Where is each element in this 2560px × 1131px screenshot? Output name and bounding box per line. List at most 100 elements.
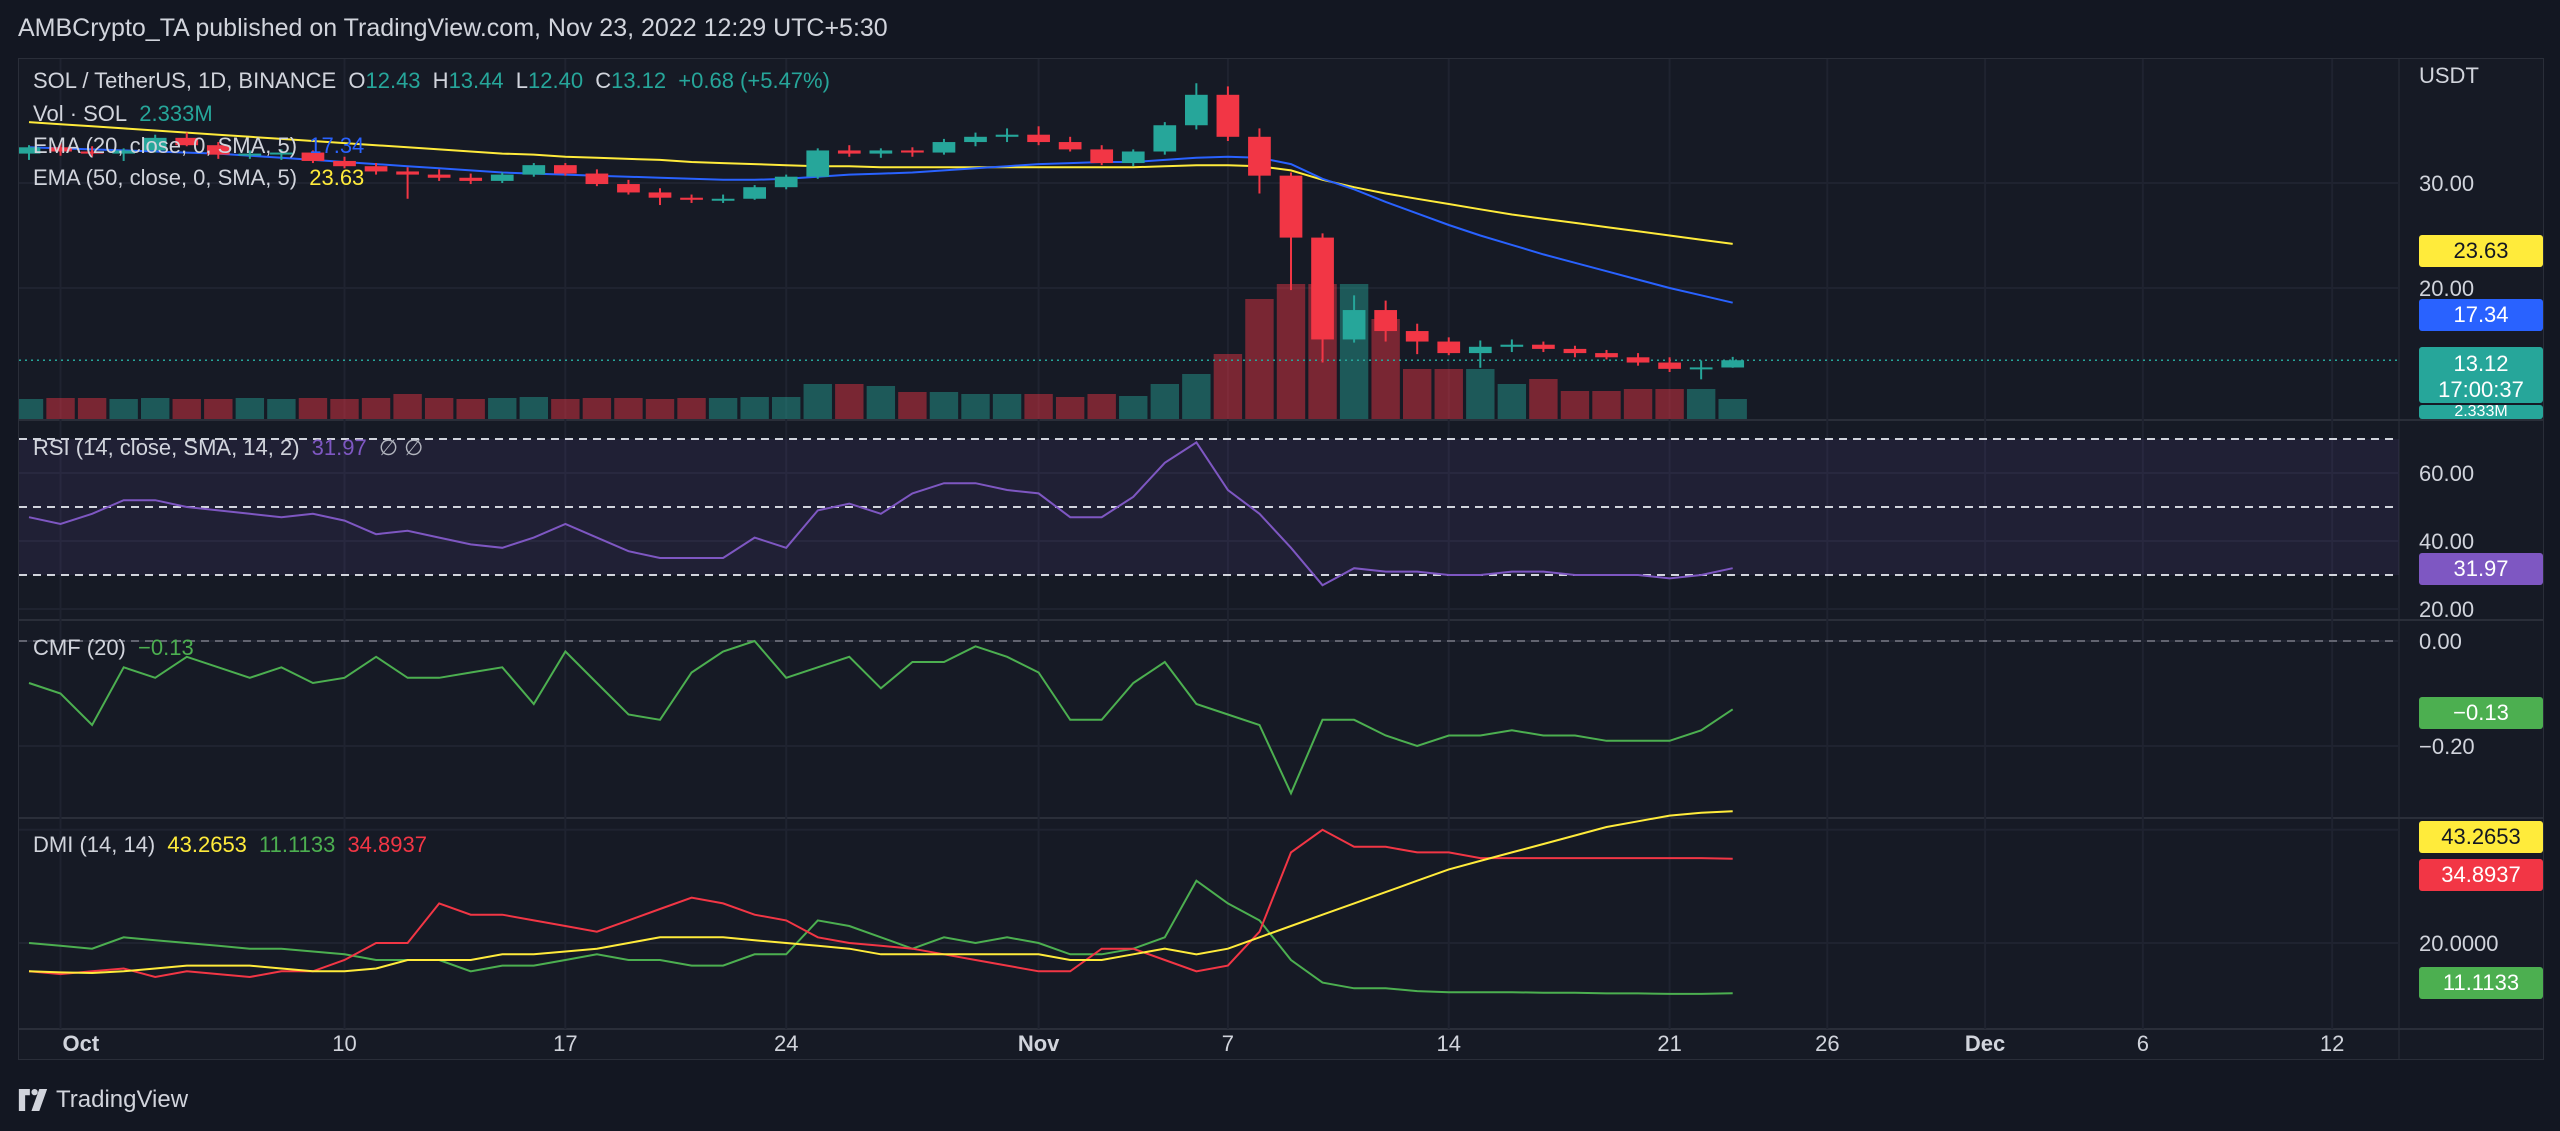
candle-body (1153, 125, 1177, 152)
candle-body (995, 134, 1019, 137)
price-tick-label: 20.00 (2419, 276, 2474, 301)
volume-bar (456, 399, 485, 419)
candle-body (1090, 149, 1114, 164)
volume-bar (204, 399, 233, 419)
plus-di-tag: 11.1133 (2419, 967, 2543, 999)
candle-body (522, 165, 546, 175)
symbol-label[interactable]: SOL / TetherUS, 1D, BINANCE (33, 68, 336, 93)
ema50-legend[interactable]: EMA (50, close, 0, SMA, 5) 23.63 (33, 165, 370, 191)
rsi-legend[interactable]: RSI (14, close, SMA, 14, 2) 31.97 ∅ ∅ (33, 435, 429, 461)
cmf-legend[interactable]: CMF (20) −0.13 (33, 635, 200, 661)
volume-bar (267, 399, 296, 419)
x-tick-label: 24 (774, 1031, 798, 1056)
candle-body (1374, 310, 1398, 332)
cmf-label: CMF (20) (33, 635, 126, 660)
volume-bar (141, 398, 170, 419)
candle-body (1658, 362, 1681, 369)
volume-bar (551, 399, 580, 419)
last-price-tag: 13.12 17:00:37 (2419, 347, 2543, 403)
candle-body (1563, 348, 1587, 354)
x-tick-label: Nov (1018, 1031, 1060, 1056)
cmf-tag: −0.13 (2419, 697, 2543, 729)
candle-body (869, 150, 893, 154)
close-label: C (595, 68, 612, 93)
x-tick-label: Dec (1965, 1031, 2005, 1056)
candle-body (459, 177, 483, 181)
open-label: O (348, 68, 366, 93)
candle-body (964, 136, 987, 143)
chart-canvas[interactable]: Oct 10 17 24 Nov 7 14 21 26 Dec 6 12 USDT 30.00 20.00 6… (19, 59, 2543, 1059)
volume-bar (803, 384, 832, 419)
candle-body (774, 176, 798, 188)
chart-container[interactable]: Oct 10 17 24 Nov 7 14 21 26 Dec 6 12 USDT 30.00 20.00 6… (18, 58, 2544, 1060)
low-value: 12.40 (528, 68, 584, 93)
ema50-price-tag: 23.63 (2419, 235, 2543, 267)
ema20-legend[interactable]: EMA (20, close, 0, SMA, 5) 17.34 (33, 133, 370, 159)
x-tick-label: 7 (1222, 1031, 1234, 1056)
rsi-extra: ∅ ∅ (378, 435, 424, 460)
volume-bar (1182, 374, 1211, 419)
dmi-tick-label: 20.0000 (2419, 931, 2499, 956)
cmf-tick-label: 0.00 (2419, 629, 2462, 654)
low-label: L (515, 68, 528, 93)
open-value: 12.43 (365, 68, 421, 93)
candle-body (553, 165, 577, 174)
price-legend: SOL / TetherUS, 1D, BINANCE O12.43 H13.4… (33, 68, 836, 94)
candle-body (932, 142, 956, 153)
candle-body (585, 173, 609, 185)
candle-body (743, 187, 767, 199)
candle-body (1437, 341, 1461, 354)
candle-body (837, 150, 861, 154)
ema20-price-tag: 17.34 (2419, 299, 2543, 331)
candle-body (1121, 151, 1145, 164)
volume-bar (424, 398, 454, 419)
candle-body (1279, 175, 1303, 238)
x-tick-label: Oct (63, 1031, 100, 1056)
tradingview-footer[interactable]: TradingView (18, 1080, 188, 1120)
volume-bar (1276, 284, 1306, 419)
rsi-tick-label: 60.00 (2419, 461, 2474, 486)
ema50-value: 23.63 (309, 165, 365, 190)
candle-body (1595, 353, 1618, 358)
ema20-label: EMA (20, close, 0, SMA, 5) (33, 133, 298, 158)
tradingview-logo-icon (18, 1089, 48, 1111)
volume-bar (1055, 397, 1085, 419)
candle-body (1405, 331, 1429, 342)
candle-body (490, 174, 514, 181)
high-value: 13.44 (448, 68, 504, 93)
close-value: 13.12 (611, 68, 667, 93)
volume-bar (1024, 394, 1053, 419)
dmi-minus-value: 34.8937 (347, 832, 427, 857)
volume-bar (961, 394, 990, 419)
dmi-legend[interactable]: DMI (14, 14) 43.2653 11.1133 34.8937 (33, 832, 433, 858)
volume-bar (677, 398, 706, 419)
rsi-tick-label: 40.00 (2419, 529, 2474, 554)
volume-bar (582, 398, 612, 419)
candle-body (1721, 360, 1745, 368)
volume-bar (1529, 379, 1558, 419)
candle-body (427, 174, 451, 178)
volume-legend[interactable]: Vol · SOL 2.333M (33, 101, 219, 127)
candle-body (806, 150, 830, 177)
dmi-label: DMI (14, 14) (33, 832, 156, 857)
tradingview-brand: TradingView (56, 1086, 189, 1113)
volume-bar (772, 397, 801, 419)
publish-info: AMBCrypto_TA published on TradingView.co… (18, 14, 888, 42)
cmf-tick-label: −0.20 (2419, 734, 2475, 759)
candle-body (1027, 134, 1050, 143)
candle-body (1184, 94, 1208, 126)
volume-bar (898, 392, 927, 419)
volume-bar (1592, 391, 1621, 419)
high-label: H (432, 68, 449, 93)
volume-bar (393, 394, 422, 419)
candle-body (1468, 346, 1492, 354)
x-tick-label: 10 (332, 1031, 356, 1056)
change-value: +0.68 (+5.47%) (678, 68, 830, 93)
x-tick-label: 26 (1815, 1031, 1839, 1056)
candle-body (1626, 357, 1650, 363)
candle-body (711, 198, 735, 201)
candle-body (617, 184, 640, 193)
volume-bar (46, 398, 75, 419)
volume-bar (1245, 299, 1274, 419)
candle-body (1058, 142, 1082, 150)
